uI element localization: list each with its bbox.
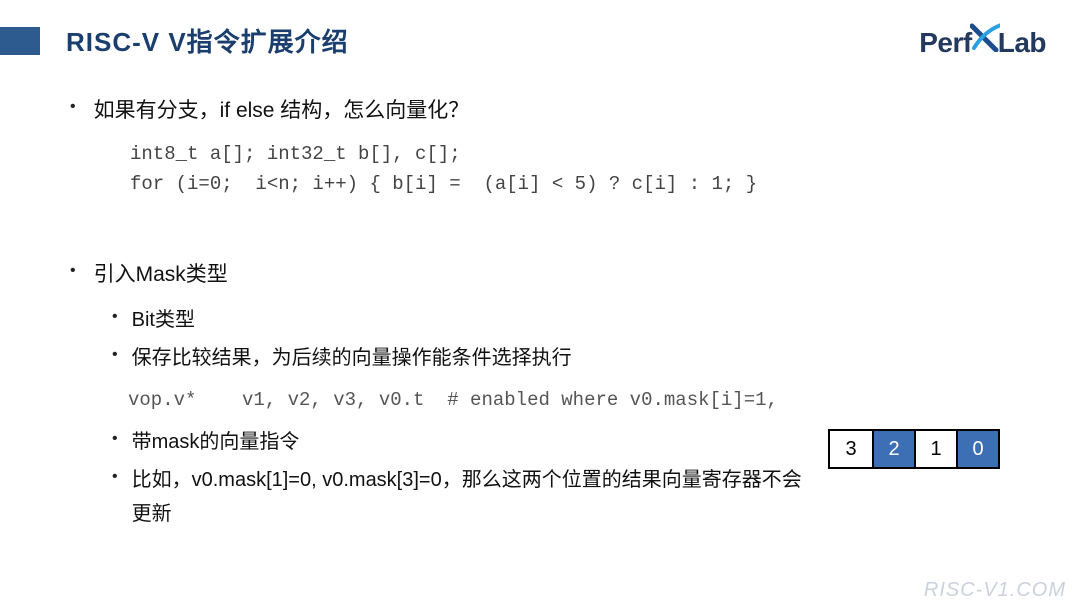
bullet-dot-icon: • [70,93,76,120]
code-block-ifelse: int8_t a[]; int32_t b[], c[]; for (i=0; … [130,139,1010,200]
bullet-dot-icon: • [112,463,118,490]
title-wrap: RISC-V V指令扩展介绍 [0,22,349,59]
slide-title: RISC-V V指令扩展介绍 [66,22,349,59]
code-block-vop: vop.v* v1, v2, v3, v0.t # enabled where … [128,389,1010,411]
bullet-text: 如果有分支，if else 结构，怎么向量化？ [94,93,470,129]
bullet-text: Bit类型 [132,303,195,337]
watermark: RISC-V1.COM [924,579,1066,602]
bullet-mask-instr: • 带mask的向量指令 [112,425,808,459]
bullet-branching: • 如果有分支，if else 结构，怎么向量化？ [70,93,1010,129]
mask-example-row: • 带mask的向量指令 • 比如，v0.mask[1]=0, v0.mask[… [70,425,1010,535]
logo-x-icon [970,22,1000,52]
bullet-text: 带mask的向量指令 [132,425,300,459]
bit-box-1: 1 [914,431,956,467]
slide-header: RISC-V V指令扩展介绍 Perf Lab [0,0,1080,75]
bullet-dot-icon: • [112,303,118,330]
bullet-save-compare: • 保存比较结果，为后续的向量操作能条件选择执行 [112,341,1010,375]
bullet-text: 引入Mask类型 [94,257,228,293]
perfxlab-logo: Perf Lab [919,22,1046,59]
bullet-dot-icon: • [112,425,118,452]
code-line: int8_t a[]; int32_t b[], c[]; [130,143,461,165]
bullet-bit-type: • Bit类型 [112,303,1010,337]
bit-boxes: 3 2 1 0 [828,429,1000,469]
bullet-mask-example: • 比如，v0.mask[1]=0, v0.mask[3]=0，那么这两个位置的… [112,463,808,531]
bullet-dot-icon: • [112,341,118,368]
sub-bullets-mask: • Bit类型 • 保存比较结果，为后续的向量操作能条件选择执行 [112,303,1010,375]
bullet-dot-icon: • [70,257,76,284]
title-accent-bar [0,27,40,55]
slide-content: • 如果有分支，if else 结构，怎么向量化？ int8_t a[]; in… [0,75,1080,535]
logo-lab-text: Lab [998,27,1046,59]
bullet-text: 保存比较结果，为后续的向量操作能条件选择执行 [132,341,572,375]
bit-box-2: 2 [872,431,914,467]
sub-bullets-example: • 带mask的向量指令 • 比如，v0.mask[1]=0, v0.mask[… [112,425,808,531]
bullet-mask-type: • 引入Mask类型 [70,257,1010,293]
bit-box-0: 0 [956,431,998,467]
logo-perf-text: Perf [919,27,971,59]
bullet-text: 比如，v0.mask[1]=0, v0.mask[3]=0，那么这两个位置的结果… [132,463,808,531]
code-line: for (i=0; i<n; i++) { b[i] = (a[i] < 5) … [130,173,757,195]
bit-box-3: 3 [830,431,872,467]
